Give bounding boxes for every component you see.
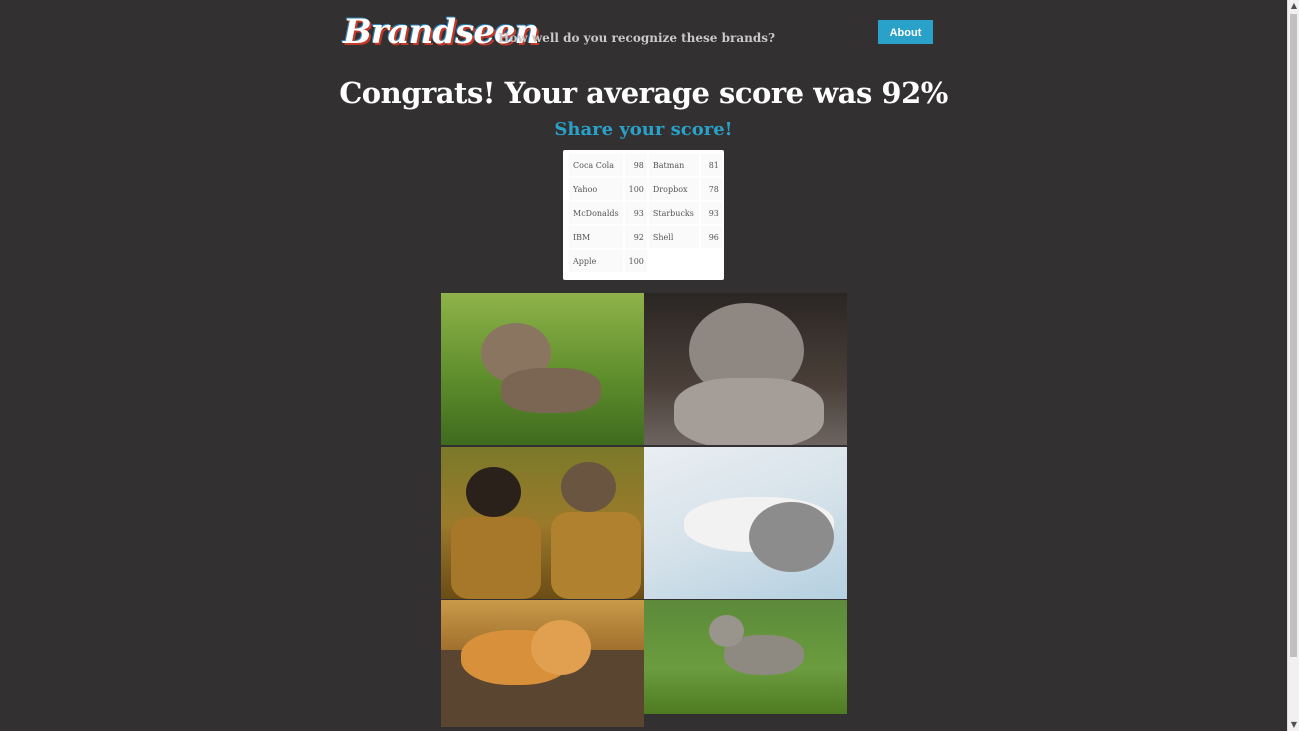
brand-score: 100 (624, 250, 647, 272)
brand-name: Starbucks (648, 202, 699, 224)
table-row: Apple 100 (569, 250, 722, 272)
scroll-down-icon[interactable]: ▼ (1288, 719, 1299, 731)
brand-name: Apple (569, 250, 623, 272)
table-row: Yahoo 100 Dropbox 78 (569, 178, 722, 200)
kitten-image (441, 447, 644, 599)
tagline: How well do you recognize these brands? (498, 31, 775, 45)
kitten-image (644, 600, 847, 714)
brand-name: IBM (569, 226, 623, 248)
kitten-image (441, 600, 644, 727)
page-title: Congrats! Your average score was 92% (339, 76, 948, 110)
brand-score: 96 (700, 226, 722, 248)
brand-name: Shell (648, 226, 699, 248)
kitten-image (644, 293, 847, 445)
brand-name: Coca Cola (569, 154, 623, 176)
scrollbar-thumb[interactable] (1290, 14, 1297, 657)
kitten-image (441, 293, 644, 445)
kitten-image (644, 447, 847, 599)
table-row: IBM 92 Shell 96 (569, 226, 722, 248)
scroll-up-icon[interactable]: ▲ (1288, 0, 1299, 12)
brand-name: Dropbox (648, 178, 699, 200)
brand-score: 81 (700, 154, 722, 176)
brand-name: Batman (648, 154, 699, 176)
brand-score: 100 (624, 178, 647, 200)
table-row: McDonalds 93 Starbucks 93 (569, 202, 722, 224)
brand-score: 92 (624, 226, 647, 248)
share-score-link[interactable]: Share your score! (0, 119, 1287, 140)
scrollbar[interactable]: ▲ ▼ (1287, 0, 1299, 731)
brand-score: 93 (624, 202, 647, 224)
about-button[interactable]: About (878, 20, 933, 44)
brand-score: 93 (700, 202, 722, 224)
brand-score: 98 (624, 154, 647, 176)
brand-name: McDonalds (569, 202, 623, 224)
brand-score: 78 (700, 178, 722, 200)
table-row: Coca Cola 98 Batman 81 (569, 154, 722, 176)
brand-name: Yahoo (569, 178, 623, 200)
score-table: Coca Cola 98 Batman 81 Yahoo 100 Dropbox… (563, 150, 724, 280)
